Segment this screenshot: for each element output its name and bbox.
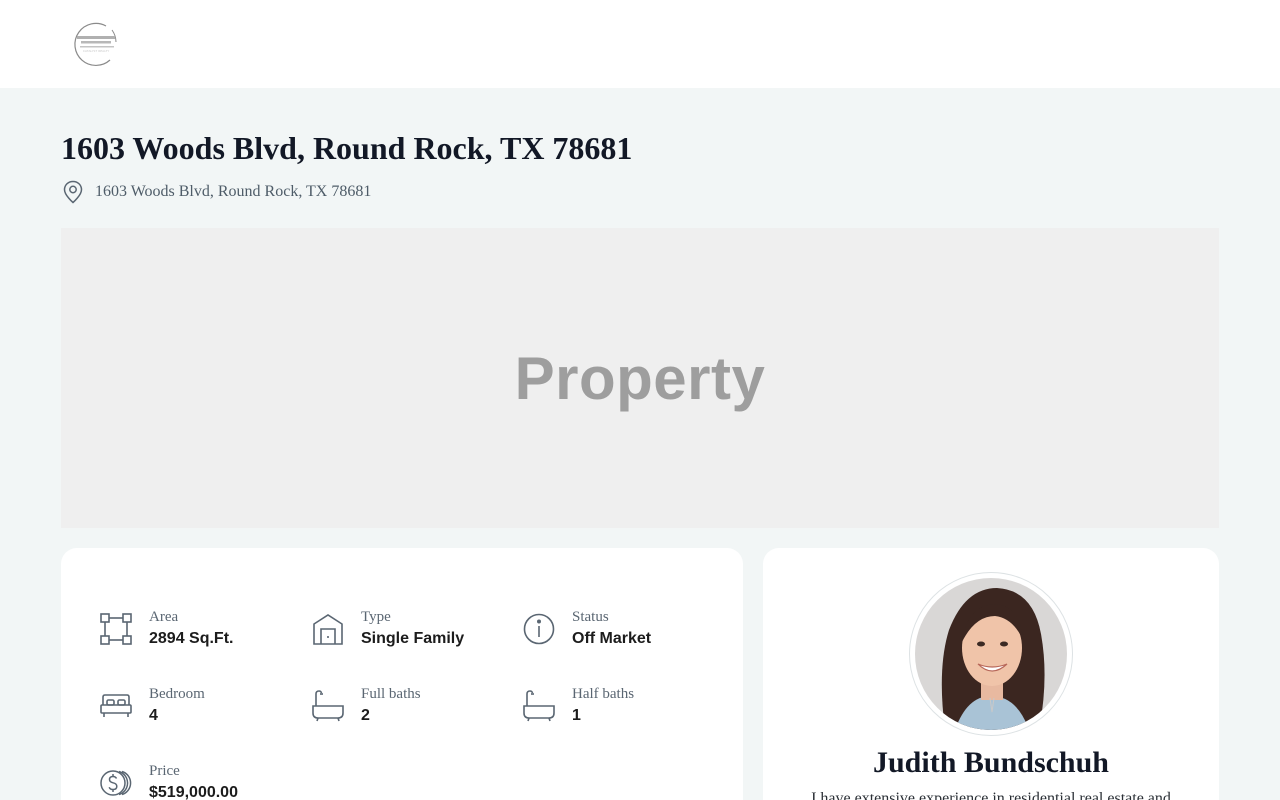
feature-status: Status Off Market xyxy=(522,608,651,649)
top-navbar: CATALYST REALTY xyxy=(0,0,1280,88)
property-image[interactable]: Property xyxy=(61,228,1219,528)
floorplan-icon xyxy=(99,612,133,646)
agent-avatar[interactable] xyxy=(909,572,1073,736)
feature-label: Price xyxy=(149,763,180,779)
feature-label: Type xyxy=(361,609,391,625)
bathtub-icon xyxy=(311,689,345,723)
feature-value: 2 xyxy=(361,707,370,724)
svg-text:CATALYST REALTY: CATALYST REALTY xyxy=(83,49,109,53)
feature-label: Status xyxy=(572,609,609,625)
feature-value: 4 xyxy=(149,707,158,724)
address-text: 1603 Woods Blvd, Round Rock, TX 78681 xyxy=(95,183,372,200)
house-type-icon xyxy=(311,612,345,646)
feature-label: Area xyxy=(149,609,179,625)
feature-full-baths: Full baths 2 xyxy=(311,685,421,726)
feature-value: 2894 Sq.Ft. xyxy=(149,630,234,647)
feature-label: Full baths xyxy=(361,686,421,702)
feature-value: 1 xyxy=(572,707,581,724)
feature-type: Type Single Family xyxy=(311,608,464,649)
dollar-coins-icon xyxy=(99,766,133,800)
bathtub-icon xyxy=(522,689,556,723)
feature-area: Area 2894 Sq.Ft. xyxy=(99,608,233,649)
agent-bio: I have extensive experience in residenti… xyxy=(811,790,1171,800)
feature-value: $519,000.00 xyxy=(149,784,238,800)
feature-value: Off Market xyxy=(572,630,652,647)
agent-name: Judith Bundschuh xyxy=(873,746,1109,779)
property-image-placeholder: Property xyxy=(514,344,766,412)
agent-photo xyxy=(915,578,1067,730)
feature-price: Price $519,000.00 xyxy=(99,762,238,800)
feature-bedroom: Bedroom 4 xyxy=(99,685,205,726)
info-icon xyxy=(522,612,556,646)
feature-value: Single Family xyxy=(361,630,465,647)
property-address: 1603 Woods Blvd, Round Rock, TX 78681 xyxy=(61,179,371,205)
feature-half-baths: Half baths 1 xyxy=(522,685,634,726)
catalyst-realty-logo[interactable]: CATALYST REALTY xyxy=(72,20,120,68)
property-title: 1603 Woods Blvd, Round Rock, TX 78681 xyxy=(61,130,633,166)
property-details-card: Area 2894 Sq.Ft. Type Single Family Stat xyxy=(61,548,743,800)
agent-card: Judith Bundschuh I have extensive experi… xyxy=(763,548,1219,800)
feature-label: Bedroom xyxy=(149,686,205,702)
feature-label: Half baths xyxy=(572,686,635,702)
bed-icon xyxy=(99,689,133,723)
map-pin-icon xyxy=(61,179,85,205)
